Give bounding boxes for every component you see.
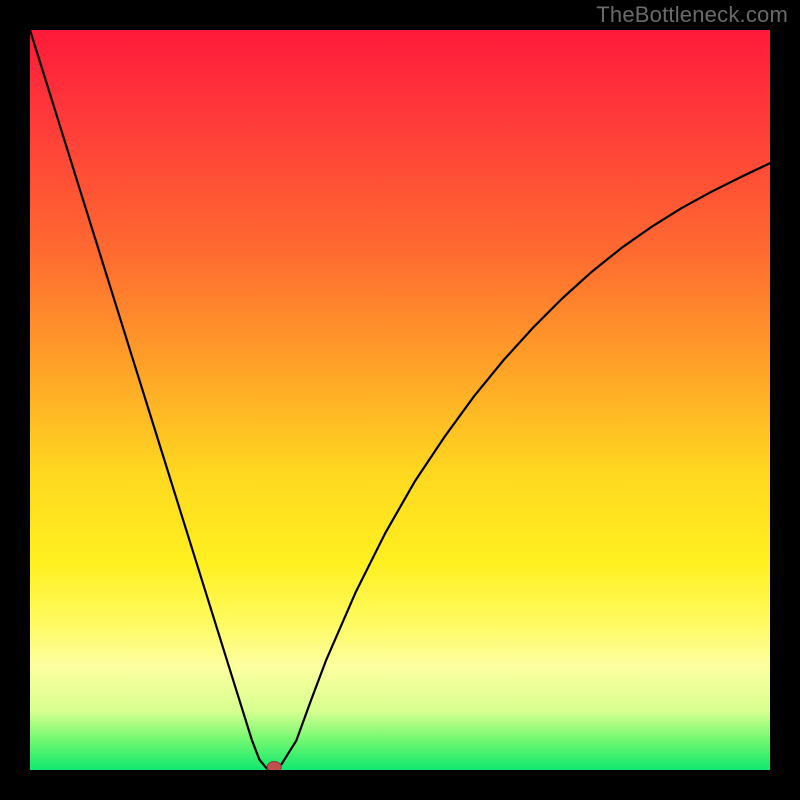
- optimal-point-marker: [267, 762, 281, 771]
- chart-outer-frame: TheBottleneck.com: [0, 0, 800, 800]
- bottleneck-curve: [30, 30, 770, 769]
- plot-area: [30, 30, 770, 770]
- watermark-text: TheBottleneck.com: [596, 2, 788, 28]
- bottleneck-curve-svg: [30, 30, 770, 770]
